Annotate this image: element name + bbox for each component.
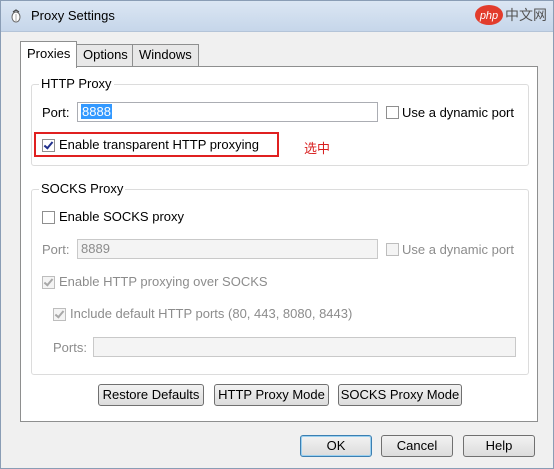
fiddler-app-icon xyxy=(11,9,21,23)
php-watermark-logo: php 中文网 xyxy=(475,5,547,25)
http-over-socks-label: Enable HTTP proxying over SOCKS xyxy=(59,274,268,289)
enable-socks-checkbox[interactable] xyxy=(42,211,55,224)
default-ports-label: Include default HTTP ports (80, 443, 808… xyxy=(70,306,353,321)
socks-port-input[interactable]: 8889 xyxy=(77,239,378,259)
svg-text:中文网: 中文网 xyxy=(505,8,547,24)
http-port-label: Port: xyxy=(42,105,70,120)
socks-dynamic-port-checkbox[interactable] xyxy=(386,243,399,256)
socks-port-label: Port: xyxy=(42,242,70,257)
enable-socks-label: Enable SOCKS proxy xyxy=(59,209,185,224)
default-ports-checkbox[interactable] xyxy=(53,308,66,321)
restore-defaults-button[interactable]: Restore Defaults xyxy=(98,384,204,406)
title-bar: Proxy Settings php 中文网 xyxy=(1,1,553,32)
annotation-text: 选中 xyxy=(304,141,331,156)
http-dynamic-port-checkbox[interactable] xyxy=(386,106,399,119)
ok-button[interactable]: OK xyxy=(300,435,372,457)
http-proxy-group-title: HTTP Proxy xyxy=(39,76,114,91)
svg-text:php: php xyxy=(479,10,498,22)
tab-windows[interactable]: Windows xyxy=(132,44,199,66)
tab-options[interactable]: Options xyxy=(76,44,135,66)
cancel-button[interactable]: Cancel xyxy=(381,435,453,457)
http-port-input[interactable]: 8888 xyxy=(77,102,378,122)
http-dynamic-port-label: Use a dynamic port xyxy=(402,105,514,120)
http-proxy-mode-button[interactable]: HTTP Proxy Mode xyxy=(214,384,329,406)
socks-ports-label: Ports: xyxy=(53,340,87,355)
proxies-tab-panel: HTTP Proxy Port: 8888 Use a dynamic port… xyxy=(20,66,538,422)
socks-ports-input[interactable] xyxy=(93,337,516,357)
socks-proxy-mode-button[interactable]: SOCKS Proxy Mode xyxy=(338,384,462,406)
window-title: Proxy Settings xyxy=(31,8,115,23)
help-button[interactable]: Help xyxy=(463,435,535,457)
tab-proxies[interactable]: Proxies xyxy=(20,41,78,68)
socks-proxy-group-title: SOCKS Proxy xyxy=(39,181,126,196)
socks-dynamic-port-label: Use a dynamic port xyxy=(402,242,514,257)
http-over-socks-checkbox[interactable] xyxy=(42,276,55,289)
highlight-box xyxy=(34,132,279,157)
proxy-settings-window: Proxy Settings php 中文网 Proxies Options W… xyxy=(0,0,554,469)
